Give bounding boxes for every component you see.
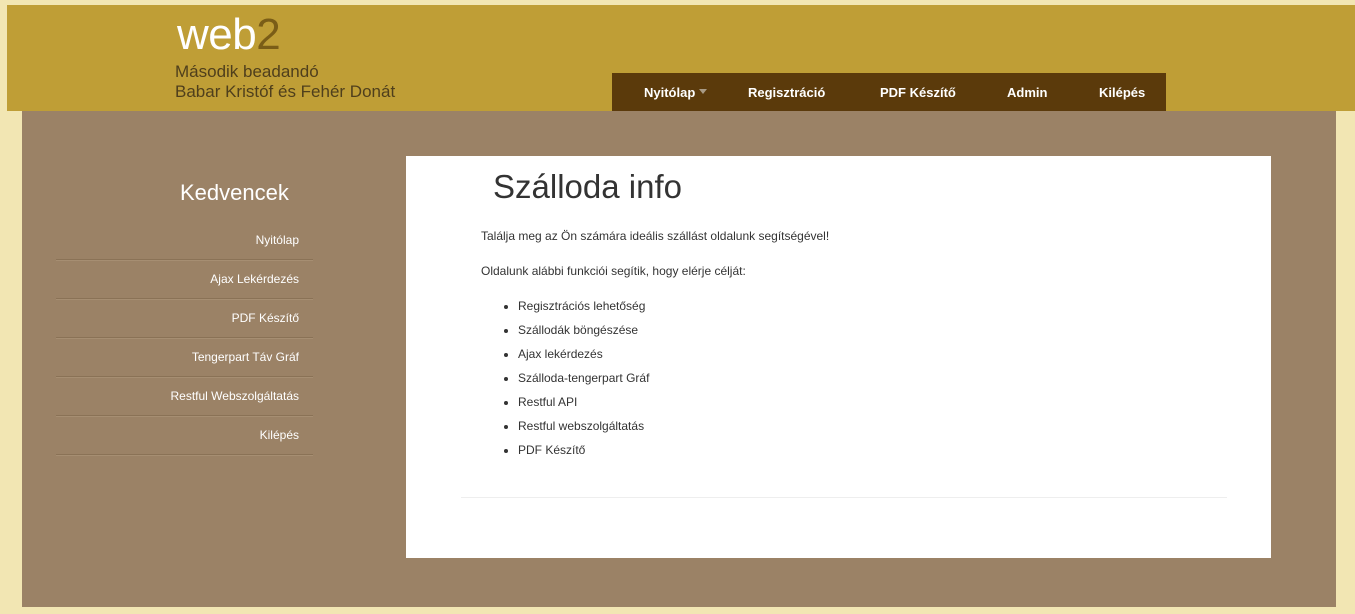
sidebar-item-tengerpart-tav-graf[interactable]: Tengerpart Táv Gráf	[56, 339, 313, 377]
nav-item-pdf-keszito[interactable]: PDF Készítő	[880, 85, 956, 100]
list-item: Regisztrációs lehetőség	[518, 294, 649, 318]
sidebar-item-nyitolap[interactable]: Nyitólap	[56, 222, 313, 260]
site-subtitle: Második beadandó Babar Kristóf és Fehér …	[175, 62, 395, 102]
sidebar-item-restful-webszolgaltatas[interactable]: Restful Webszolgáltatás	[56, 378, 313, 416]
chevron-down-icon	[699, 89, 708, 95]
nav-item-label: Nyitólap	[644, 85, 696, 100]
features-intro-text: Oldalunk alábbi funkciói segítik, hogy e…	[481, 264, 746, 278]
content-divider	[461, 497, 1227, 498]
nav-item-nyitolap[interactable]: Nyitólap	[644, 85, 708, 100]
features-list: Regisztrációs lehetőség Szállodák böngés…	[501, 294, 649, 462]
main-nav: Nyitólap Regisztráció PDF Készítő Admin …	[612, 73, 1166, 111]
logo-text: web	[177, 10, 257, 59]
list-item: PDF Készítő	[518, 438, 649, 462]
page-title: Szálloda info	[493, 168, 682, 205]
sidebar-menu: Nyitólap Ajax Lekérdezés PDF Készítő Ten…	[56, 222, 313, 456]
site-logo[interactable]: web2	[177, 10, 281, 59]
nav-item-admin[interactable]: Admin	[1007, 85, 1047, 100]
list-item: Szálloda-tengerpart Gráf	[518, 366, 649, 390]
nav-item-regisztracio[interactable]: Regisztráció	[748, 85, 825, 100]
sidebar-item-kilepes[interactable]: Kilépés	[56, 417, 313, 455]
list-item: Ajax lekérdezés	[518, 342, 649, 366]
logo-number: 2	[256, 10, 281, 59]
sidebar-item-pdf-keszito[interactable]: PDF Készítő	[56, 300, 313, 338]
sidebar-title: Kedvencek	[180, 180, 289, 205]
intro-text: Találja meg az Ön számára ideális szállá…	[481, 229, 830, 243]
subtitle-line-1: Második beadandó	[175, 62, 319, 81]
list-item: Restful webszolgáltatás	[518, 414, 649, 438]
site-header: web2 Második beadandó Babar Kristóf és F…	[7, 5, 1355, 111]
subtitle-line-2: Babar Kristóf és Fehér Donát	[175, 82, 396, 101]
sidebar-item-ajax-lekerdezes[interactable]: Ajax Lekérdezés	[56, 261, 313, 299]
list-item: Restful API	[518, 390, 649, 414]
content-card: Szálloda info Találja meg az Ön számára …	[406, 156, 1271, 558]
nav-item-kilepes[interactable]: Kilépés	[1099, 85, 1145, 100]
list-item: Szállodák böngészése	[518, 318, 649, 342]
